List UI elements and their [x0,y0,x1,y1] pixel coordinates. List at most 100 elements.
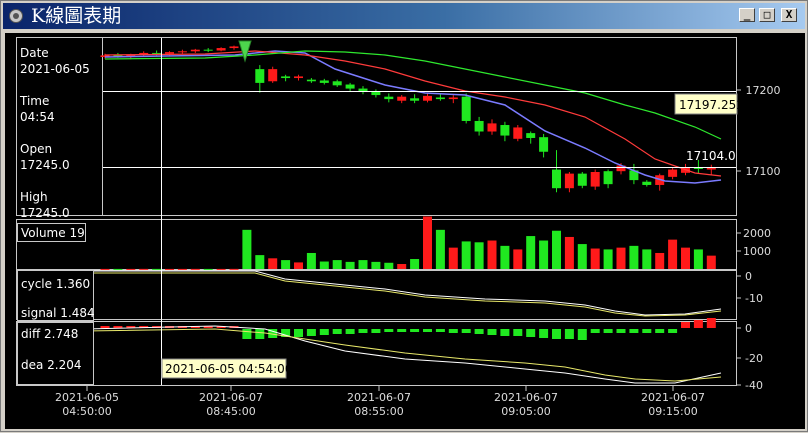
volume-bar [642,249,652,269]
macd-bar [423,329,432,332]
candle-body [590,172,600,187]
volume-bar [358,260,368,269]
volume-bar [629,245,639,269]
candle-body [410,98,420,101]
volume-bar [113,268,123,270]
volume-bar [371,261,381,269]
x-tick-time-1: 04:50:00 [62,405,111,418]
candle-body [577,173,587,186]
macd-bar [706,318,716,328]
crosshair [103,38,736,385]
candle-body [397,96,407,101]
volume-bar [577,244,587,269]
candle-body [564,173,574,189]
panel-frames [16,37,737,386]
info-high-label: High [20,190,48,204]
macd-tick-minus40: -40 [745,379,763,392]
volume-bar [526,236,536,269]
macd-tick-0: 0 [745,322,752,335]
volume-bar [448,247,458,269]
minimize-button[interactable]: _ [739,8,755,22]
candle-body [642,181,652,185]
candle-body [177,51,187,53]
candle-body [487,123,497,132]
volume-bar [552,230,561,269]
macd-bar [435,329,445,332]
macd-bar [100,326,110,328]
macd-bar [668,329,678,333]
macd-bar [371,329,381,333]
last-price-label: 17104.0 [686,149,736,163]
close-button[interactable]: X [781,8,797,22]
cycle-tick-minus10: -10 [745,292,763,305]
macd-bar [332,329,342,334]
info-high-value: 17245.0 [20,206,70,220]
candle-body [358,88,368,91]
volume-bars [100,216,716,270]
macd-bar [616,329,626,333]
volume-bar [487,240,497,269]
y-tick-17200: 17200 [746,84,781,97]
candle-body [165,52,174,54]
ma-medium-line [104,50,722,177]
candle-body [435,97,445,100]
candle-body [706,167,716,170]
volume-bar [294,262,303,269]
candle-body [255,69,265,83]
cycle-label: cycle 1.360 [21,277,90,291]
macd-tick-minus20: -20 [745,352,763,365]
cycle-line [85,270,722,316]
diff-label: diff 2.748 [21,327,78,341]
x-tick-time-5: 09:15:00 [648,405,697,418]
volume-bar [706,255,716,269]
candle-body [216,48,226,51]
ma-fast-line [104,50,722,184]
candle-body [423,95,432,101]
volume-bar [693,249,703,269]
macd-bar [345,329,355,334]
dea-label: dea 2.204 [21,358,82,372]
macd-bar [539,329,549,338]
title-bar[interactable]: K線圖表期 _ □ X [3,3,805,29]
volume-bar [216,268,226,270]
volume-bar [268,258,278,269]
volume-bar [590,248,600,269]
signal-line [85,272,722,317]
crosshair-price-label: 17197.252 [679,98,744,112]
volume-bar [461,241,471,269]
x-tick-date-1: 2021-06-05 [55,391,119,404]
macd-bar [642,329,652,333]
macd-bar [629,329,639,333]
candle-body [526,133,536,138]
volume-bar [306,252,316,269]
cycle-tick-0: 0 [745,270,752,283]
volume-bar [423,216,432,269]
volume-bar [177,268,187,270]
volume-label: Volume 19 [21,226,85,240]
volume-bar [345,261,355,269]
candle-body [345,84,355,89]
macd-bar [397,329,407,332]
volume-bar [242,229,252,269]
macd-bar [577,329,587,340]
window-title: K線圖表期 [31,5,122,27]
info-open-label: Open [20,142,52,156]
info-date-value: 2021-06-05 [20,62,90,76]
volume-bar [229,268,239,270]
x-tick-date-5: 2021-06-07 [641,391,705,404]
macd-bar [294,329,303,337]
maximize-button[interactable]: □ [759,8,775,22]
macd-bar [590,329,600,333]
stock-chart[interactable]: 17200 17100 2000 1000 0 -10 0 -20 -40 20… [5,33,805,429]
volume-bar [139,268,149,270]
candle-body [474,120,484,132]
macd-bar [564,329,574,339]
app-icon[interactable] [9,9,23,23]
volume-bar [319,261,329,269]
candle-body [513,127,523,139]
macd-bar [474,329,484,334]
x-tick-time-3: 08:55:00 [354,405,403,418]
volume-bar [397,264,407,269]
chart-area[interactable]: 17200 17100 2000 1000 0 -10 0 -20 -40 20… [5,33,805,429]
candle-body [190,49,200,52]
